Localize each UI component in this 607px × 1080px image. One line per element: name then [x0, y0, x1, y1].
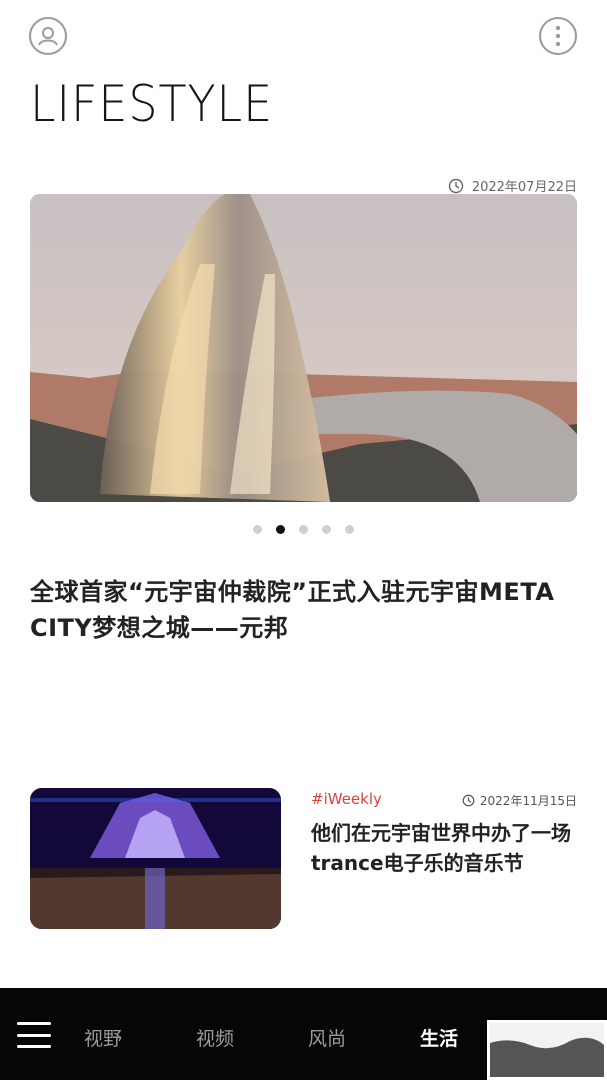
hamburger-menu-icon[interactable]: [17, 1022, 51, 1048]
carousel-dot[interactable]: [299, 525, 308, 534]
profile-button[interactable]: [29, 17, 67, 55]
carousel-dot[interactable]: [345, 525, 354, 534]
page-title: LIFESTYLE: [30, 75, 274, 133]
more-options-button[interactable]: [539, 17, 577, 55]
article-date: 2022年11月15日: [462, 792, 577, 809]
article-thumbnail[interactable]: [30, 788, 281, 929]
carousel-dot-active[interactable]: [276, 525, 285, 534]
futuristic-tower-image: [30, 194, 577, 502]
article-tag[interactable]: #iWeekly: [311, 790, 382, 808]
featured-image[interactable]: [30, 194, 577, 502]
more-vertical-icon: [555, 25, 561, 47]
nav-item-shenghuo[interactable]: 生活: [420, 1024, 458, 1051]
bottom-navigation: 视野 视频 风尚 生活: [0, 988, 607, 1080]
thumbnail-image: [490, 1023, 604, 1077]
concert-stage-image: [30, 788, 281, 929]
featured-date-text: 2022年07月22日: [471, 180, 577, 195]
nav-item-shipin[interactable]: 视频: [196, 1024, 234, 1051]
nav-item-fengshang[interactable]: 风尚: [308, 1024, 346, 1051]
featured-headline[interactable]: 全球首家“元宇宙仲裁院”正式入驻元宇宙META CITY梦想之城——元邦: [30, 574, 577, 646]
article-title[interactable]: 他们在元宇宙世界中办了一场trance电子乐的音乐节: [311, 818, 579, 878]
carousel-indicator: [0, 525, 607, 534]
profile-icon: [38, 27, 58, 46]
carousel-dot[interactable]: [253, 525, 262, 534]
carousel-dot[interactable]: [322, 525, 331, 534]
clock-icon: [448, 178, 464, 193]
featured-date: 2022年07月22日: [448, 176, 577, 195]
nav-item-shiye[interactable]: 视野: [84, 1024, 122, 1051]
article-date-text: 2022年11月15日: [479, 794, 577, 808]
mini-thumbnail[interactable]: [487, 1020, 607, 1080]
clock-icon: [462, 794, 475, 807]
